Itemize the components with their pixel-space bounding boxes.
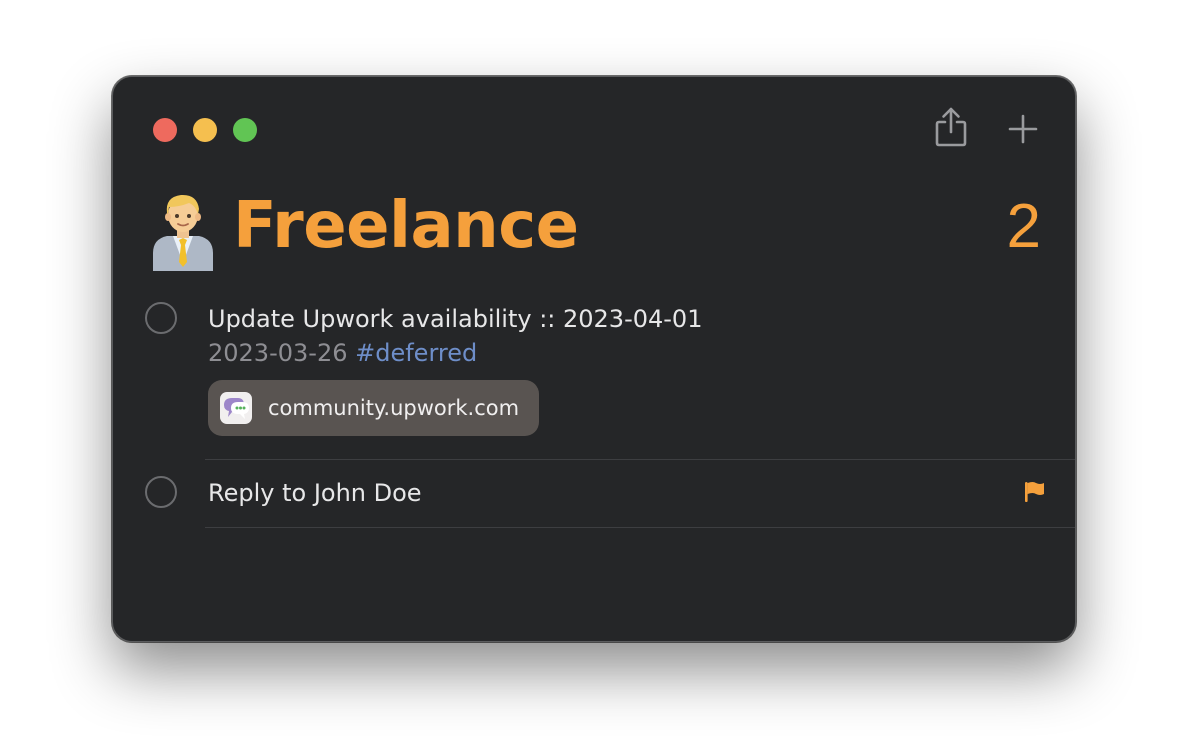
reminder-count: 2 xyxy=(1006,192,1041,261)
separator xyxy=(205,527,1075,528)
minimize-window-button[interactable] xyxy=(193,118,217,142)
plus-icon[interactable] xyxy=(1005,111,1041,147)
reminders-window: Freelance 2 Update Upwork availability :… xyxy=(112,76,1076,642)
reminder-title[interactable]: Update Upwork availability :: 2023-04-01 xyxy=(208,305,702,333)
reminder-title[interactable]: Reply to John Doe xyxy=(208,479,422,507)
reminder-checkbox[interactable] xyxy=(145,476,177,508)
reminder-tag[interactable]: #deferred xyxy=(355,339,477,367)
reminder-meta: 2023-03-26 #deferred xyxy=(208,339,477,367)
list-title: Freelance xyxy=(233,189,579,263)
link-chip[interactable]: community.upwork.com xyxy=(208,380,540,436)
share-icon[interactable] xyxy=(933,105,969,149)
flag-icon[interactable] xyxy=(1023,480,1047,504)
link-chip-url: community.upwork.com xyxy=(268,396,520,420)
zoom-window-button[interactable] xyxy=(233,118,257,142)
man-office-worker-emoji xyxy=(153,194,213,271)
chat-bubble-icon xyxy=(220,392,252,424)
reminder-checkbox[interactable] xyxy=(145,302,177,334)
close-window-button[interactable] xyxy=(153,118,177,142)
separator xyxy=(205,459,1075,460)
reminder-date: 2023-03-26 xyxy=(208,339,348,367)
